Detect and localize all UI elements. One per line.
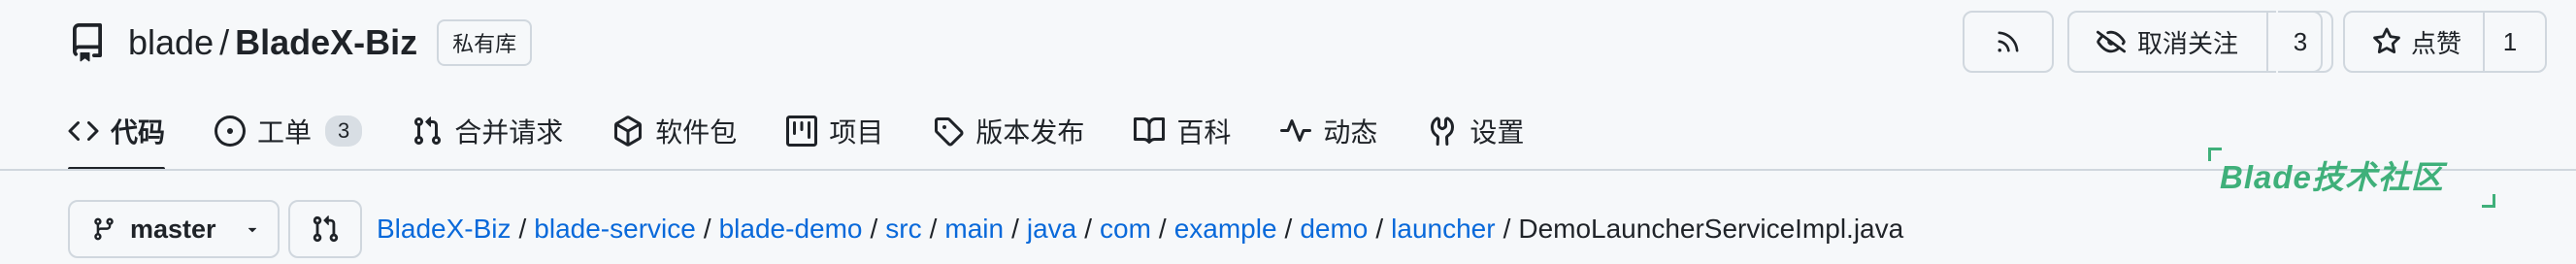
repo-header: blade / BladeX-Biz 私有库 xyxy=(68,14,533,72)
pulse-icon xyxy=(1280,119,1312,142)
compare-icon xyxy=(313,215,339,243)
breadcrumb-separator: / xyxy=(1375,214,1384,244)
breadcrumb-separator: / xyxy=(929,214,938,244)
repo-name-link[interactable]: BladeX-Biz xyxy=(235,22,417,63)
book-icon xyxy=(1134,116,1166,144)
breadcrumb-separator: / xyxy=(870,214,878,244)
tabs-divider xyxy=(0,169,2576,171)
breadcrumb-separator: / xyxy=(1503,214,1511,244)
tab-projects-label: 项目 xyxy=(829,117,884,148)
repo-path-separator: / xyxy=(219,22,230,62)
breadcrumb-separator: / xyxy=(1158,214,1167,244)
breadcrumb-link[interactable]: blade-service xyxy=(534,214,696,245)
watermark-logo: Blade技术社区 xyxy=(2208,144,2495,208)
tab-issues-label: 工单 xyxy=(257,117,313,148)
breadcrumb-separator: / xyxy=(1011,214,1019,244)
breadcrumb-separator: / xyxy=(703,214,711,244)
repo-tabs: 代码 工单 3 合并请求 软件包 项目 版本发布 百科 动态 设置 xyxy=(68,91,1573,171)
tab-releases[interactable]: 版本发布 xyxy=(933,91,1084,171)
breadcrumb-link[interactable]: com xyxy=(1100,214,1151,245)
repo-icon xyxy=(73,23,102,62)
project-icon xyxy=(786,116,818,147)
star-label: 点赞 xyxy=(2411,28,2462,58)
breadcrumb-link[interactable]: java xyxy=(1027,214,1076,245)
tab-releases-label: 版本发布 xyxy=(975,117,1085,148)
compare-button[interactable] xyxy=(288,200,362,258)
tab-wiki-label: 百科 xyxy=(1176,117,1232,148)
breadcrumb-separator: / xyxy=(1084,214,1093,244)
tab-code[interactable]: 代码 xyxy=(68,91,166,171)
tab-wiki[interactable]: 百科 xyxy=(1134,91,1231,171)
tag-icon xyxy=(935,117,964,147)
tools-icon xyxy=(1431,116,1455,147)
rss-icon xyxy=(1998,31,2019,52)
breadcrumb-link[interactable]: BladeX-Biz xyxy=(377,214,512,245)
code-icon xyxy=(68,120,99,142)
watch-count[interactable]: 3 xyxy=(2280,11,2323,73)
eye-closed-icon xyxy=(2097,30,2126,53)
breadcrumb-link[interactable]: blade-demo xyxy=(719,214,863,245)
breadcrumb-link[interactable]: main xyxy=(944,214,1004,245)
tab-pull-requests[interactable]: 合并请求 xyxy=(412,91,563,171)
breadcrumb-link[interactable]: src xyxy=(885,214,921,245)
branch-selector[interactable]: master xyxy=(68,200,280,258)
issue-icon xyxy=(215,116,247,147)
watch-label: 取消关注 xyxy=(2137,28,2239,58)
breadcrumb-current-file: DemoLauncherServiceImpl.java xyxy=(1518,214,1904,244)
private-badge: 私有库 xyxy=(437,19,533,66)
tab-code-label: 代码 xyxy=(111,117,166,148)
watermark-corner-bottom-right xyxy=(2482,194,2495,208)
watch-count-divider-gap xyxy=(2276,11,2278,73)
star-icon xyxy=(2373,27,2400,54)
pull-request-icon xyxy=(414,116,442,146)
tab-packages[interactable]: 软件包 xyxy=(612,91,737,171)
repo-owner-link[interactable]: blade xyxy=(128,22,214,63)
breadcrumb-link[interactable]: demo xyxy=(1300,214,1368,245)
branch-name: master xyxy=(130,214,216,244)
tab-settings[interactable]: 设置 xyxy=(1427,91,1524,171)
tab-pull-requests-label: 合并请求 xyxy=(454,117,564,148)
tab-activity-label: 动态 xyxy=(1323,117,1378,148)
branch-icon xyxy=(94,217,114,241)
star-button[interactable]: 点赞 1 xyxy=(2343,11,2547,73)
breadcrumb-link[interactable]: launcher xyxy=(1391,214,1495,245)
star-count[interactable]: 1 xyxy=(2483,13,2535,71)
breadcrumb: BladeX-Biz / blade-service / blade-demo … xyxy=(377,210,1903,248)
tab-projects[interactable]: 项目 xyxy=(786,91,883,171)
watch-count-divider xyxy=(2266,11,2268,73)
tab-issues[interactable]: 工单 3 xyxy=(215,91,363,171)
breadcrumb-separator: / xyxy=(518,214,527,244)
package-icon xyxy=(614,116,643,147)
star-count-value: 1 xyxy=(2502,26,2518,56)
tab-packages-label: 软件包 xyxy=(655,117,738,148)
tab-activity[interactable]: 动态 xyxy=(1280,91,1377,171)
watermark-text: Blade技术社区 xyxy=(2220,159,2444,195)
breadcrumb-separator: / xyxy=(1284,214,1293,244)
rss-button[interactable] xyxy=(1963,11,2054,73)
chevron-down-icon xyxy=(248,227,256,233)
breadcrumb-link[interactable]: example xyxy=(1174,214,1277,245)
watch-count-value: 3 xyxy=(2293,26,2308,56)
tab-settings-label: 设置 xyxy=(1470,117,1525,148)
tab-issues-counter: 3 xyxy=(325,116,363,147)
